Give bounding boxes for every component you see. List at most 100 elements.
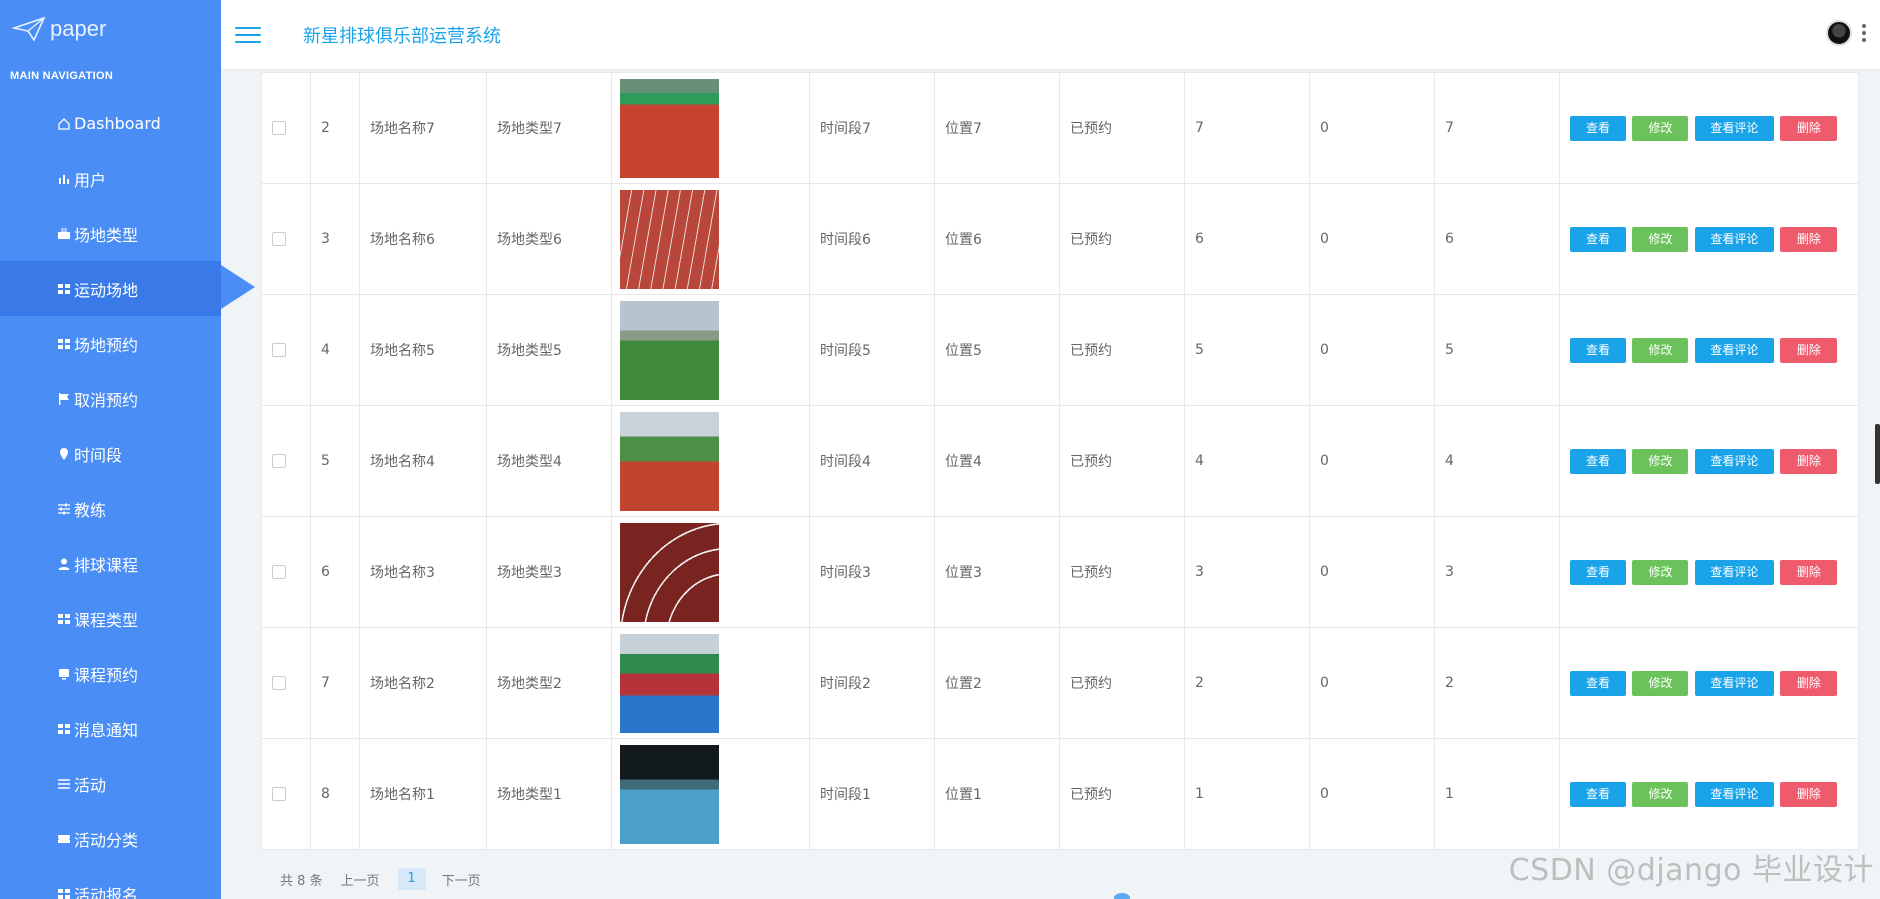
view-button[interactable]: 查看 (1570, 670, 1626, 696)
venue-time-period: 时间段2 (809, 627, 935, 739)
venue-name: 场地名称5 (359, 294, 487, 406)
sidebar-item-7[interactable]: 时间段 (0, 426, 221, 481)
venue-type: 场地类型3 (486, 516, 612, 628)
row-checkbox[interactable] (272, 343, 286, 357)
venue-count-2: 0 (1309, 183, 1435, 295)
venue-thumbnail[interactable] (620, 522, 719, 622)
delete-button[interactable]: 删除 (1780, 448, 1838, 474)
sidebar-item-8[interactable]: 教练 (0, 481, 221, 536)
delete-button[interactable]: 删除 (1780, 559, 1838, 585)
sidebar-item-6[interactable]: 取消预约 (0, 371, 221, 426)
more-vertical-icon[interactable] (1862, 24, 1866, 42)
view-reviews-button[interactable]: 查看评论 (1694, 448, 1774, 474)
venue-thumbnail[interactable] (620, 744, 719, 844)
venue-status: 已预约 (1059, 516, 1185, 628)
venue-location: 位置5 (934, 294, 1060, 406)
sidebar-item-label: 活动分类 (74, 830, 139, 850)
venue-count-3: 1 (1434, 738, 1560, 850)
sidebar-item-3[interactable]: 场地类型 (0, 206, 221, 261)
logo[interactable]: paper (0, 0, 221, 58)
venue-thumbnail[interactable] (620, 411, 719, 511)
row-index: 5 (310, 405, 360, 517)
row-actions: 查看 修改 查看评论 删除 (1559, 516, 1859, 628)
grid-icon (56, 721, 72, 737)
view-reviews-button[interactable]: 查看评论 (1694, 670, 1774, 696)
view-button[interactable]: 查看 (1570, 337, 1626, 363)
sidebar-item-label: 场地预约 (74, 335, 139, 355)
edit-button[interactable]: 修改 (1632, 670, 1689, 696)
view-button[interactable]: 查看 (1570, 226, 1626, 252)
venue-image-cell (611, 738, 810, 850)
venue-count-1: 5 (1184, 294, 1310, 406)
venue-count-2: 0 (1309, 627, 1435, 739)
view-reviews-button[interactable]: 查看评论 (1694, 337, 1774, 363)
view-button[interactable]: 查看 (1570, 559, 1626, 585)
edit-button[interactable]: 修改 (1632, 226, 1689, 252)
row-checkbox[interactable] (272, 565, 286, 579)
edit-button[interactable]: 修改 (1632, 448, 1689, 474)
view-reviews-button[interactable]: 查看评论 (1694, 226, 1774, 252)
sidebar-item-11[interactable]: 课程预约 (0, 646, 221, 701)
view-reviews-button[interactable]: 查看评论 (1694, 559, 1774, 585)
delete-button[interactable]: 删除 (1780, 115, 1838, 141)
edit-button[interactable]: 修改 (1632, 781, 1689, 807)
edit-button[interactable]: 修改 (1632, 115, 1689, 141)
view-reviews-button[interactable]: 查看评论 (1694, 781, 1774, 807)
venue-thumbnail[interactable] (620, 633, 719, 733)
row-actions: 查看 修改 查看评论 删除 (1559, 738, 1859, 850)
grid-icon (56, 611, 72, 627)
edit-button[interactable]: 修改 (1632, 337, 1689, 363)
venue-name: 场地名称6 (359, 183, 487, 295)
row-index: 2 (310, 72, 360, 184)
venue-time-period: 时间段7 (809, 72, 935, 184)
briefcase-icon (56, 226, 72, 242)
pager-page-1[interactable]: 1 (397, 868, 426, 890)
venue-location: 位置2 (934, 627, 1060, 739)
sidebar-item-12[interactable]: 消息通知 (0, 701, 221, 756)
sidebar-item-5[interactable]: 场地预约 (0, 316, 221, 371)
sidebar-item-label: 场地类型 (74, 225, 139, 245)
venue-location: 位置4 (934, 405, 1060, 517)
user-icon (56, 556, 72, 572)
topbar: 新星排球俱乐部运营系统 (221, 0, 1880, 70)
venue-thumbnail[interactable] (620, 189, 719, 289)
row-index: 3 (310, 183, 360, 295)
sidebar-item-label: 消息通知 (74, 720, 139, 740)
sidebar-item-2[interactable]: 用户 (0, 151, 221, 206)
edit-button[interactable]: 修改 (1632, 559, 1689, 585)
row-checkbox[interactable] (272, 787, 286, 801)
paper-plane-icon (12, 16, 46, 42)
pager-next-button[interactable]: 下一页 (442, 870, 481, 889)
row-checkbox[interactable] (272, 676, 286, 690)
delete-button[interactable]: 删除 (1780, 670, 1838, 696)
row-checkbox[interactable] (272, 454, 286, 468)
sidebar-item-10[interactable]: 课程类型 (0, 591, 221, 646)
delete-button[interactable]: 删除 (1780, 781, 1838, 807)
venue-thumbnail[interactable] (620, 300, 719, 400)
sidebar-item-4[interactable]: 运动场地 (0, 261, 221, 316)
top-right-tools (1826, 20, 1866, 46)
sidebar-item-14[interactable]: 活动分类 (0, 811, 221, 866)
scrollbar-thumb[interactable] (1875, 424, 1880, 484)
sidebar-item-9[interactable]: 排球课程 (0, 536, 221, 591)
delete-button[interactable]: 删除 (1780, 226, 1838, 252)
row-checkbox[interactable] (272, 232, 286, 246)
row-actions: 查看 修改 查看评论 删除 (1559, 627, 1859, 739)
view-button[interactable]: 查看 (1570, 115, 1626, 141)
sidebar-item-15[interactable]: 活动报名 (0, 866, 221, 899)
delete-button[interactable]: 删除 (1780, 337, 1838, 363)
view-button[interactable]: 查看 (1570, 448, 1626, 474)
row-checkbox[interactable] (272, 121, 286, 135)
venue-count-3: 2 (1434, 627, 1560, 739)
pager-prev-button[interactable]: 上一页 (341, 870, 380, 889)
venue-count-3: 5 (1434, 294, 1560, 406)
sidebar-item-label: 课程预约 (74, 665, 139, 685)
sidebar-item-13[interactable]: 活动 (0, 756, 221, 811)
view-reviews-button[interactable]: 查看评论 (1694, 115, 1774, 141)
view-button[interactable]: 查看 (1570, 781, 1626, 807)
avatar[interactable] (1826, 20, 1852, 46)
sidebar-item-1[interactable]: Dashboard (0, 96, 221, 151)
menu-toggle-icon[interactable] (235, 22, 261, 48)
venue-thumbnail[interactable] (620, 78, 719, 178)
nav-header: MAIN NAVIGATION (10, 70, 114, 82)
